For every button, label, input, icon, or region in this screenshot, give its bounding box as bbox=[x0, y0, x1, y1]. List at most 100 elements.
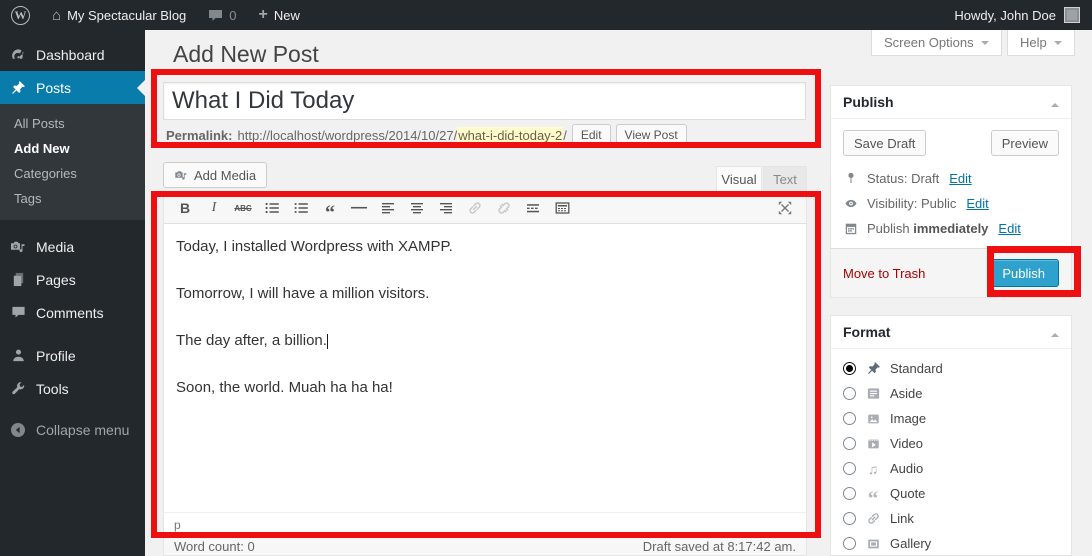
panel-toggle-icon bbox=[1051, 99, 1059, 107]
fullscreen-button[interactable] bbox=[772, 196, 798, 220]
editor-paragraph: Tomorrow, I will have a million visitors… bbox=[176, 283, 794, 304]
more-tag-button[interactable] bbox=[520, 196, 546, 220]
visual-editor: B I ABC “ — Today, I installed Wordpress… bbox=[163, 192, 807, 538]
permalink-row: Permalink: http://localhost/wordpress/20… bbox=[166, 123, 687, 147]
format-audio-icon: ♫ bbox=[864, 462, 882, 476]
format-image-icon bbox=[864, 412, 882, 426]
bulleted-list-button[interactable] bbox=[259, 196, 285, 220]
sidebar-item-profile[interactable]: Profile bbox=[0, 339, 145, 372]
sidebar-item-all-posts[interactable]: All Posts bbox=[0, 111, 145, 136]
edit-visibility-link[interactable]: Edit bbox=[966, 196, 988, 211]
horizontal-rule-button[interactable]: — bbox=[346, 196, 372, 220]
element-path[interactable]: p bbox=[174, 518, 181, 532]
publish-button[interactable]: Publish bbox=[988, 259, 1059, 287]
view-post-button[interactable]: View Post bbox=[616, 124, 687, 146]
insert-link-button[interactable] bbox=[462, 196, 488, 220]
admin-bar-comments-link[interactable]: 0 bbox=[197, 0, 247, 30]
editor-content[interactable]: Today, I installed Wordpress with XAMPP.… bbox=[164, 224, 806, 512]
publish-panel-header[interactable]: Publish bbox=[831, 86, 1071, 119]
align-right-button[interactable] bbox=[433, 196, 459, 220]
admin-bar-account[interactable]: Howdy, John Doe bbox=[954, 7, 1092, 23]
permalink-label: Permalink: bbox=[166, 128, 232, 143]
italic-button[interactable]: I bbox=[201, 196, 227, 220]
format-standard-pin-icon bbox=[864, 361, 882, 376]
posts-submenu: All Posts Add New Categories Tags bbox=[0, 104, 145, 220]
fullscreen-icon bbox=[777, 200, 793, 216]
format-option-quote[interactable]: “ Quote bbox=[831, 481, 1071, 506]
horizontal-rule-icon: — bbox=[351, 199, 367, 217]
word-count: Word count: 0 bbox=[174, 539, 255, 554]
preview-button[interactable]: Preview bbox=[991, 130, 1059, 156]
permalink-base: http://localhost/wordpress/2014/10/27/ bbox=[237, 128, 457, 143]
numbered-list-button[interactable] bbox=[288, 196, 314, 220]
remove-link-button[interactable] bbox=[491, 196, 517, 220]
align-center-button[interactable] bbox=[404, 196, 430, 220]
sidebar-item-pages[interactable]: Pages bbox=[0, 263, 145, 296]
radio-link[interactable] bbox=[843, 512, 856, 525]
sidebar-label: Pages bbox=[36, 272, 76, 288]
format-panel-header[interactable]: Format bbox=[831, 316, 1071, 349]
wrench-icon bbox=[8, 381, 28, 396]
post-title-input[interactable] bbox=[163, 82, 806, 120]
editor-toolbar: B I ABC “ — bbox=[164, 193, 806, 224]
strikethrough-button[interactable]: ABC bbox=[230, 196, 256, 220]
radio-aside[interactable] bbox=[843, 387, 856, 400]
edit-schedule-link[interactable]: Edit bbox=[998, 221, 1020, 236]
save-draft-button[interactable]: Save Draft bbox=[843, 130, 926, 156]
wordpress-logo-button[interactable]: W bbox=[0, 0, 41, 30]
text-cursor bbox=[327, 334, 328, 349]
align-center-icon bbox=[409, 200, 425, 216]
sidebar-item-tools[interactable]: Tools bbox=[0, 372, 145, 405]
edit-status-link[interactable]: Edit bbox=[949, 171, 971, 186]
align-left-button[interactable] bbox=[375, 196, 401, 220]
editor-statusbar: p bbox=[164, 512, 806, 537]
tab-text[interactable]: Text bbox=[763, 166, 807, 192]
italic-icon: I bbox=[212, 200, 217, 216]
format-quote-icon: “ bbox=[864, 484, 882, 502]
format-option-standard[interactable]: Standard bbox=[831, 356, 1071, 381]
format-label: Link bbox=[890, 511, 914, 526]
toolbar-toggle-button[interactable] bbox=[549, 196, 575, 220]
tab-visual[interactable]: Visual bbox=[716, 166, 762, 192]
blockquote-button[interactable]: “ bbox=[317, 196, 343, 220]
radio-standard[interactable] bbox=[843, 362, 856, 375]
format-option-image[interactable]: Image bbox=[831, 406, 1071, 431]
collapse-menu-button[interactable]: Collapse menu bbox=[0, 413, 145, 446]
sidebar-item-dashboard[interactable]: Dashboard bbox=[0, 38, 145, 71]
calendar-icon bbox=[843, 221, 859, 236]
format-option-gallery[interactable]: Gallery bbox=[831, 531, 1071, 556]
edit-permalink-button[interactable]: Edit bbox=[572, 124, 611, 146]
sidebar-label: Posts bbox=[36, 80, 71, 96]
help-tab[interactable]: Help bbox=[1007, 30, 1075, 56]
admin-bar-new-link[interactable]: + New bbox=[248, 0, 311, 30]
sidebar-item-posts[interactable]: Posts bbox=[0, 71, 145, 104]
format-option-link[interactable]: Link bbox=[831, 506, 1071, 531]
radio-gallery[interactable] bbox=[843, 537, 856, 550]
radio-quote[interactable] bbox=[843, 487, 856, 500]
radio-image[interactable] bbox=[843, 412, 856, 425]
add-media-label: Add Media bbox=[194, 168, 256, 183]
site-name-link[interactable]: ⌂ My Spectacular Blog bbox=[41, 0, 197, 30]
panel-toggle-icon bbox=[1051, 329, 1059, 337]
format-option-audio[interactable]: ♫ Audio bbox=[831, 456, 1071, 481]
sidebar-item-comments[interactable]: Comments bbox=[0, 296, 145, 329]
radio-video[interactable] bbox=[843, 437, 856, 450]
sidebar-item-media[interactable]: Media bbox=[0, 230, 145, 263]
move-to-trash-link[interactable]: Move to Trash bbox=[843, 266, 925, 281]
sidebar-item-categories[interactable]: Categories bbox=[0, 161, 145, 186]
sidebar-item-add-new[interactable]: Add New bbox=[0, 136, 145, 161]
screen-options-tab[interactable]: Screen Options bbox=[871, 30, 1002, 56]
bold-button[interactable]: B bbox=[172, 196, 198, 220]
howdy-text: Howdy, John Doe bbox=[954, 8, 1056, 23]
schedule-label: Publish bbox=[867, 221, 910, 236]
radio-audio[interactable] bbox=[843, 462, 856, 475]
format-option-aside[interactable]: Aside bbox=[831, 381, 1071, 406]
pushpin-icon bbox=[8, 80, 28, 96]
status-value: Draft bbox=[911, 171, 939, 186]
add-media-button[interactable]: Add Media bbox=[163, 162, 267, 188]
format-label: Gallery bbox=[890, 536, 931, 551]
format-label: Image bbox=[890, 411, 926, 426]
format-label: Standard bbox=[890, 361, 943, 376]
format-option-video[interactable]: Video bbox=[831, 431, 1071, 456]
sidebar-item-tags[interactable]: Tags bbox=[0, 186, 145, 211]
